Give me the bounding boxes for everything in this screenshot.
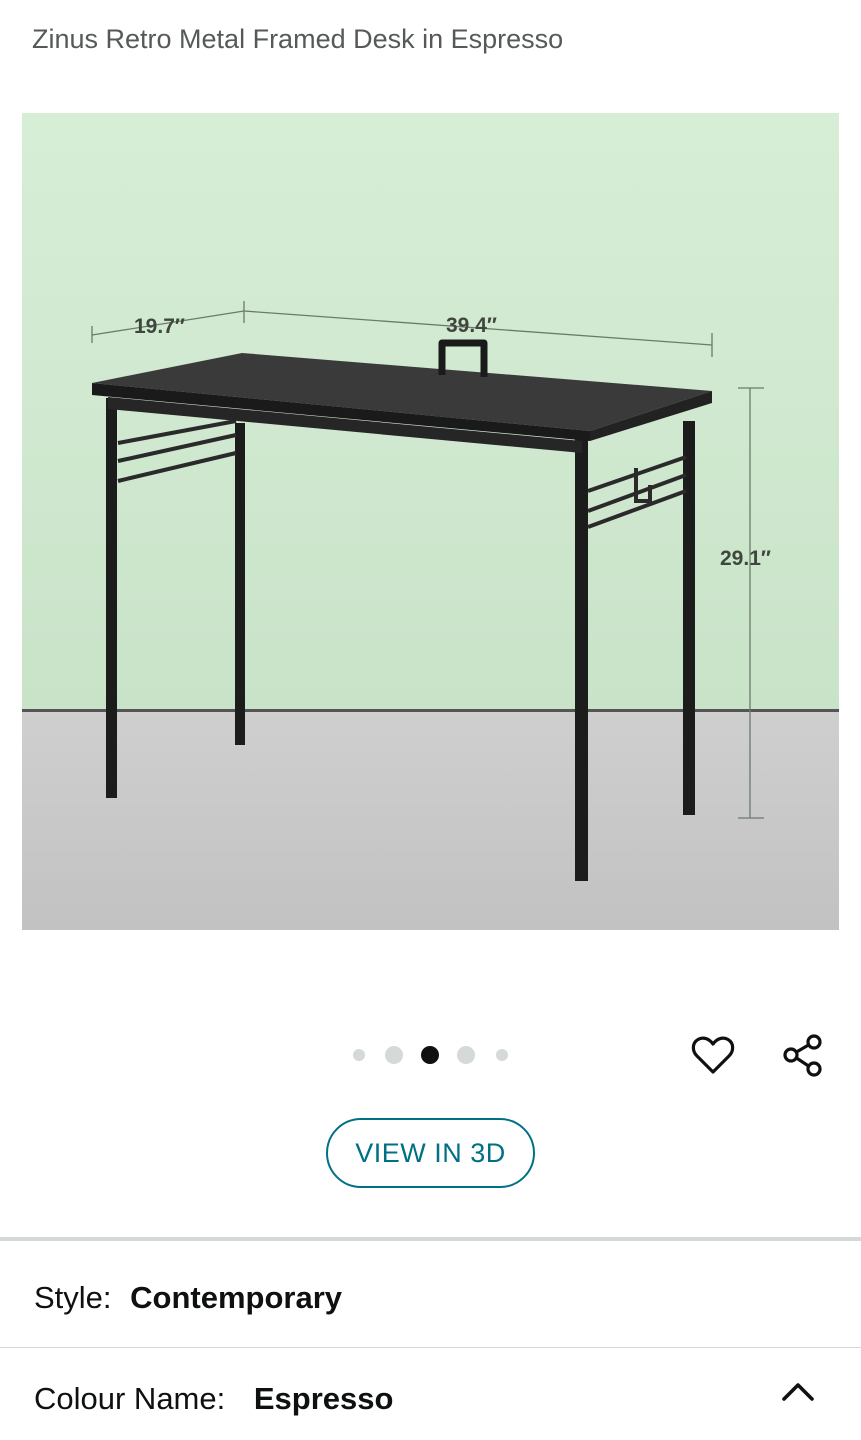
product-title: Zinus Retro Metal Framed Desk in Espress… bbox=[32, 24, 564, 54]
colour-value: Espresso bbox=[253, 1381, 394, 1416]
share-button[interactable] bbox=[778, 1030, 828, 1080]
style-selector[interactable]: Style: Contemporary bbox=[34, 1280, 342, 1316]
carousel-dot-active[interactable] bbox=[421, 1046, 439, 1064]
carousel-dot[interactable] bbox=[457, 1046, 475, 1064]
section-divider bbox=[0, 1237, 861, 1241]
carousel-dot[interactable] bbox=[385, 1046, 403, 1064]
carousel-dot[interactable] bbox=[496, 1049, 508, 1061]
style-label: Style: bbox=[34, 1280, 112, 1315]
carousel-dot[interactable] bbox=[353, 1049, 365, 1061]
style-value: Contemporary bbox=[130, 1280, 343, 1315]
view-in-3d-button[interactable]: VIEW IN 3D bbox=[326, 1118, 535, 1188]
share-icon bbox=[783, 1034, 822, 1077]
dimension-depth: 19.7″ bbox=[134, 315, 185, 338]
colour-selector[interactable]: Colour Name: Espresso bbox=[34, 1381, 393, 1417]
heart-outline-icon bbox=[691, 1036, 735, 1074]
row-divider bbox=[0, 1347, 861, 1348]
dimension-width: 39.4″ bbox=[446, 314, 497, 337]
favorite-button[interactable] bbox=[688, 1030, 738, 1080]
chevron-up-icon[interactable] bbox=[778, 1372, 818, 1412]
colour-label: Colour Name: bbox=[34, 1381, 226, 1416]
product-image[interactable]: 19.7″ 39.4″ 29.1″ bbox=[22, 113, 839, 930]
dimension-height: 29.1″ bbox=[720, 547, 771, 570]
